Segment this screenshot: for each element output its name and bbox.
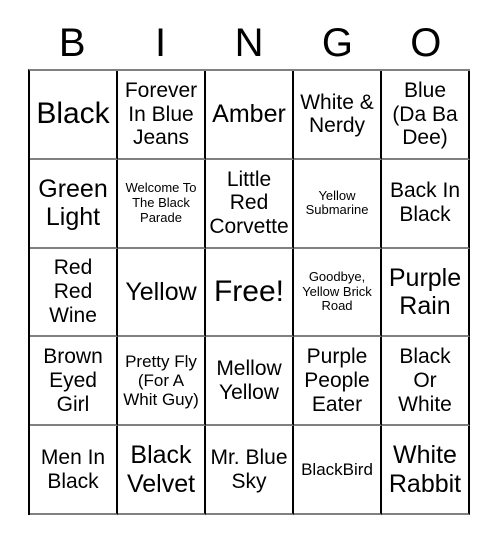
bingo-cell[interactable]: Black Or White [382, 337, 470, 427]
bingo-cell-label: Men In Black [40, 445, 106, 493]
bingo-cell[interactable]: Red Red Wine [30, 248, 118, 338]
bingo-cell[interactable]: Purple Rain [382, 248, 470, 338]
bingo-row: Red Red Wine Yellow Free! Goodbye, Yello… [30, 248, 470, 338]
bingo-cell[interactable]: Purple People Eater [294, 337, 382, 427]
bingo-cell-label: BlackBird [301, 459, 373, 479]
bingo-cell-label: Forever In Blue Jeans [124, 78, 198, 150]
bingo-cell[interactable]: Brown Eyed Girl [30, 337, 118, 427]
bingo-cell[interactable]: Yellow [118, 248, 206, 338]
bingo-cell[interactable]: Blue (Da Ba Dee) [382, 71, 470, 160]
bingo-cell-label: Black Or White [398, 345, 452, 416]
bingo-cell-label: Back In Black [389, 179, 461, 227]
bingo-cell-label: Mr. Blue Sky [210, 445, 288, 493]
bingo-cell[interactable]: White Rabbit [382, 426, 470, 515]
bingo-cell[interactable]: Yellow Submarine [294, 159, 382, 249]
bingo-grid: Black Forever In Blue Jeans Amber White … [28, 69, 470, 515]
bingo-cell-label: White Rabbit [388, 441, 462, 498]
bingo-cell-label: Pretty Fly (For A Whit Guy) [123, 351, 199, 410]
bingo-cell[interactable]: Green Light [30, 159, 118, 249]
bingo-cell-free[interactable]: Free! [206, 248, 294, 338]
bingo-cell-label: Yellow Submarine [305, 187, 369, 218]
bingo-cell-label: Free! [213, 275, 285, 309]
bingo-cell[interactable]: Black [30, 71, 118, 160]
bingo-cell[interactable]: Welcome To The Black Parade [118, 159, 206, 249]
bingo-cell[interactable]: Pretty Fly (For A Whit Guy) [118, 337, 206, 427]
bingo-cell-label: Black Velvet [126, 441, 196, 498]
bingo-cell-label: Red Red Wine [49, 256, 97, 327]
bingo-cell[interactable]: Men In Black [30, 426, 118, 515]
header-letter-b: B [58, 21, 86, 65]
bingo-cell-label: Welcome To The Black Parade [125, 180, 197, 225]
bingo-row: Black Forever In Blue Jeans Amber White … [30, 71, 470, 160]
bingo-cell[interactable]: Mr. Blue Sky [206, 426, 294, 515]
bingo-row: Men In Black Black Velvet Mr. Blue Sky B… [30, 426, 470, 515]
bingo-cell-label: Brown Eyed Girl [43, 345, 103, 416]
bingo-cell[interactable]: BlackBird [294, 426, 382, 515]
bingo-cell[interactable]: Black Velvet [118, 426, 206, 515]
bingo-cell-label: Yellow [125, 277, 197, 306]
bingo-cell-label: Black [36, 97, 110, 131]
bingo-cell-label: Amber [212, 100, 286, 129]
bingo-card: B I N G O Black Forever In Blue Jeans Am… [0, 0, 500, 544]
bingo-cell[interactable]: White & Nerdy [294, 71, 382, 160]
bingo-cell-label: Green Light [38, 174, 108, 232]
bingo-cell-label: Blue (Da Ba Dee) [392, 78, 458, 150]
bingo-cell-label: Purple People Eater [304, 345, 370, 416]
bingo-cell[interactable]: Little Red Corvette [206, 159, 294, 249]
bingo-row: Green Light Welcome To The Black Parade … [30, 159, 470, 249]
bingo-cell[interactable]: Amber [206, 71, 294, 160]
header-letter-n: N [234, 21, 264, 65]
header-letter-i: I [155, 21, 167, 65]
bingo-row: Brown Eyed Girl Pretty Fly (For A Whit G… [30, 337, 470, 427]
bingo-cell[interactable]: Back In Black [382, 159, 470, 249]
bingo-cell-label: Purple Rain [388, 263, 462, 320]
bingo-cell-label: White & Nerdy [300, 90, 374, 138]
bingo-cell[interactable]: Goodbye, Yellow Brick Road [294, 248, 382, 338]
bingo-cell-label: Mellow Yellow [216, 357, 282, 404]
bingo-cell[interactable]: Mellow Yellow [206, 337, 294, 427]
header-letter-o: O [410, 21, 442, 65]
bingo-header-row: B I N G O [28, 18, 470, 68]
header-letter-g: G [321, 21, 353, 65]
bingo-cell-label: Little Red Corvette [209, 167, 289, 239]
bingo-cell-label: Goodbye, Yellow Brick Road [302, 268, 372, 314]
bingo-cell[interactable]: Forever In Blue Jeans [118, 71, 206, 160]
